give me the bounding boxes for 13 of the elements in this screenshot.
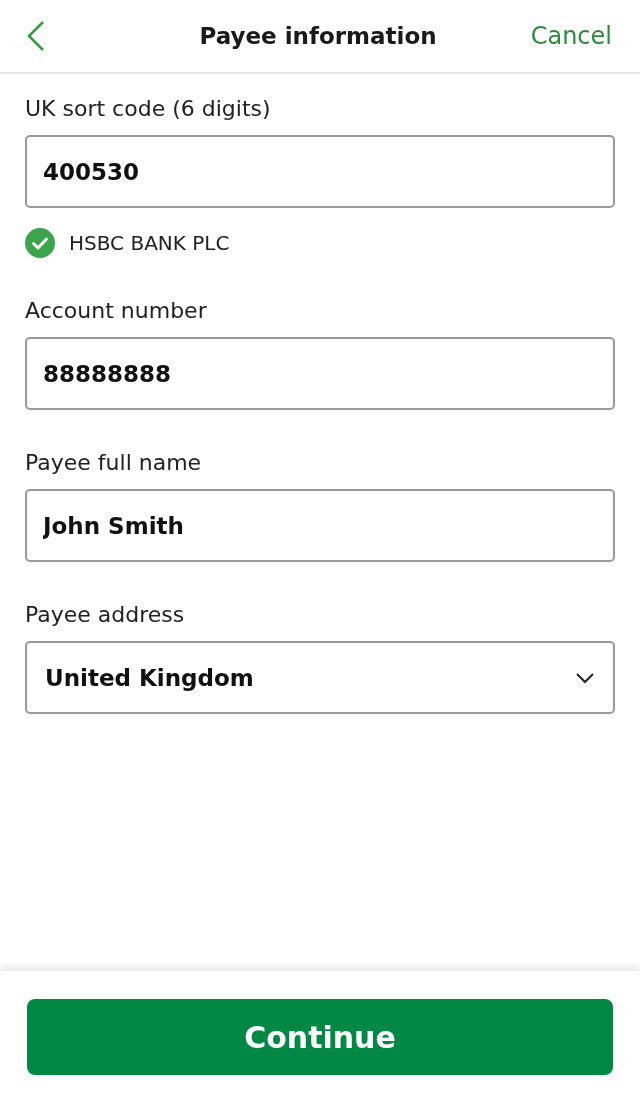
back-icon: [26, 20, 46, 52]
bank-name: HSBC BANK PLC: [69, 231, 230, 255]
input-field[interactable]: 88888888: [25, 337, 615, 410]
chevron-down-icon: [575, 671, 595, 684]
cancel-button[interactable]: Cancel: [530, 22, 612, 50]
input-field[interactable]: 400530: [25, 135, 615, 208]
continue-button[interactable]: Continue: [27, 999, 613, 1075]
field-label: Payee address: [25, 602, 186, 627]
country-select[interactable]: United Kingdom: [25, 641, 615, 714]
page-title: Payee information: [199, 23, 437, 49]
field-label: Account number: [25, 298, 208, 323]
field-label: Payee full name: [25, 450, 203, 475]
field-label: UK sort code (6 digits): [25, 96, 272, 121]
